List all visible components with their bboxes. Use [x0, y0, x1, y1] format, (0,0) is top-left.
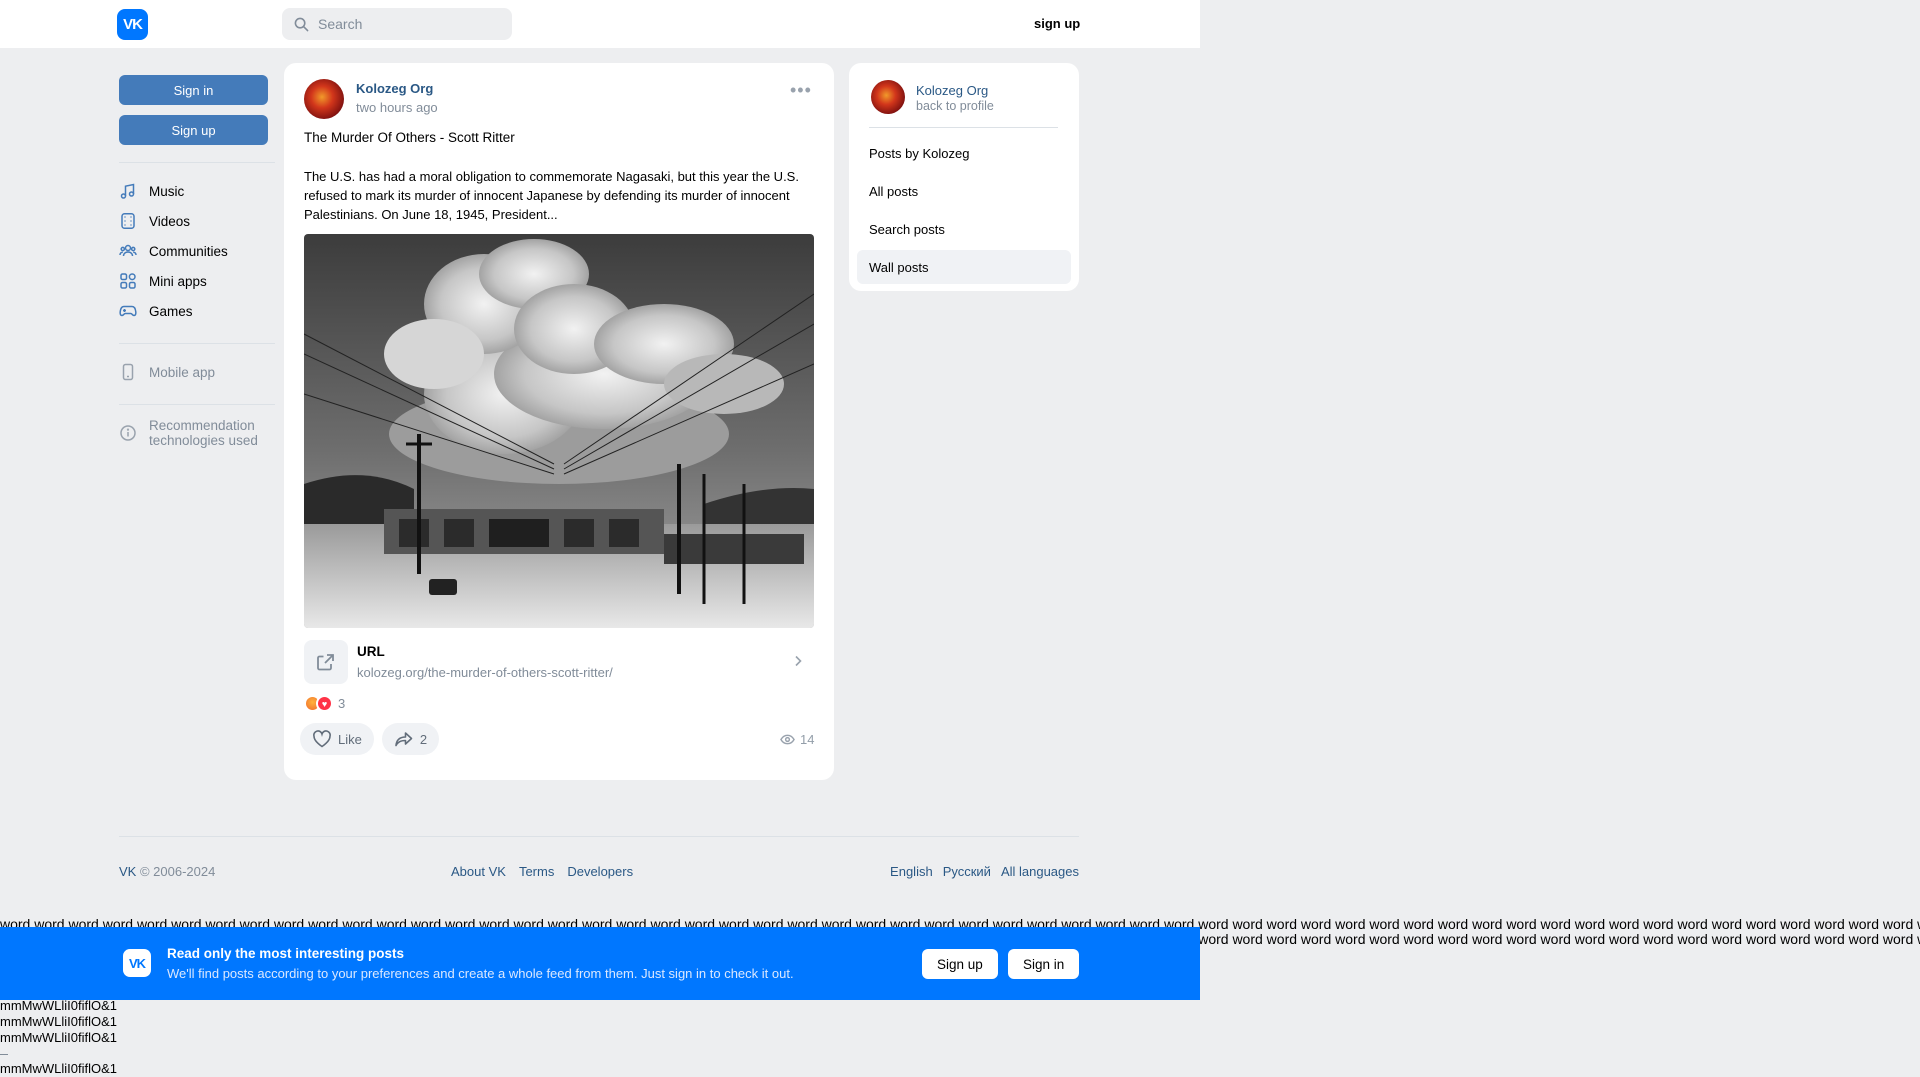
communities-icon — [119, 244, 137, 257]
nav-divider — [119, 404, 275, 405]
share-button[interactable]: 2 — [381, 723, 440, 755]
sidebar-item-mini-apps[interactable]: Mini apps — [119, 266, 275, 296]
eye-icon — [780, 734, 795, 745]
header-signup-link[interactable]: sign up — [1034, 16, 1080, 31]
sidebar-item-games[interactable]: Games — [119, 296, 275, 326]
share-count: 2 — [419, 731, 428, 747]
post-actions: Like 2 — [300, 723, 440, 755]
sidebar-item-music[interactable]: Music — [119, 176, 275, 206]
nav-divider — [119, 162, 275, 163]
link-attachment[interactable]: URL kolozeg.org/the-murder-of-others-sco… — [304, 639, 814, 685]
profile-menu-panel: Kolozeg Org back to profile Posts by Kol… — [849, 63, 1079, 291]
signin-promo-banner: VK Read only the most interesting posts … — [0, 927, 1200, 1000]
footer-links: About VK Terms Developers — [451, 864, 633, 879]
link-icon-box — [304, 640, 348, 684]
search-icon — [294, 17, 309, 31]
external-link-icon — [317, 654, 334, 671]
test-string-3: mmMwWLliI0fiflO&1 — [0, 1030, 118, 1045]
mini-apps-icon — [120, 273, 136, 289]
vk-logo[interactable]: VK — [117, 9, 148, 40]
banner-signup-button[interactable]: Sign up — [922, 949, 998, 979]
back-to-profile-link[interactable]: back to profile — [916, 99, 994, 113]
reactions-count: 3 — [338, 696, 346, 711]
sidebar-item-label: Communities — [149, 243, 228, 259]
test-string-1: mmMwWLliI0fiflO&1 — [0, 998, 118, 1013]
signin-button[interactable]: Sign in — [119, 75, 268, 105]
post-timestamp[interactable]: two hours ago — [356, 100, 438, 115]
sidebar-item-communities[interactable]: Communities — [119, 236, 275, 266]
sidebar-item-label: Recommendation technologies used — [149, 418, 258, 448]
post-author-name[interactable]: Kolozeg Org — [356, 81, 433, 96]
wall-filter-menu: Posts by Kolozeg All posts Search posts … — [857, 136, 1071, 288]
rec-tech-line-1: Recommendation — [149, 418, 255, 433]
share-icon — [395, 732, 413, 747]
sidebar-item-recommendation-tech[interactable]: Recommendation technologies used — [119, 418, 275, 448]
sidebar-item-videos[interactable]: Videos — [119, 206, 275, 236]
banner-vk-logo: VK — [123, 949, 151, 977]
banner-signin-button[interactable]: Sign in — [1008, 949, 1080, 979]
views-counter: 14 — [780, 732, 814, 747]
post-photo[interactable] — [304, 234, 814, 628]
all-languages-link[interactable]: All languages — [1001, 864, 1079, 879]
footer-terms-link[interactable]: Terms — [519, 864, 554, 879]
heart-reaction-icon: ♥ — [316, 695, 333, 712]
nav-divider — [119, 343, 275, 344]
menu-item-wall-posts[interactable]: Wall posts — [857, 250, 1071, 284]
post-text: The U.S. has had a moral obligation to c… — [304, 169, 799, 222]
post-card: Kolozeg Org two hours ago ••• The Murder… — [284, 63, 834, 780]
views-count: 14 — [800, 732, 815, 747]
banner-title: Read only the most interesting posts — [167, 946, 405, 961]
small-divider — [0, 1054, 8, 1055]
left-sidebar: Sign in Sign up Music Videos Communities… — [119, 75, 275, 448]
top-header: VK sign up — [0, 0, 1200, 48]
footer-divider — [119, 836, 1079, 837]
test-string-2: mmMwWLliI0fiflO&1 — [0, 1014, 118, 1029]
games-icon — [119, 305, 137, 317]
link-title: URL — [357, 644, 385, 659]
lang-russian-link[interactable]: Русский — [943, 864, 991, 879]
banner-subtitle: We'll find posts according to your prefe… — [167, 966, 794, 981]
heart-icon — [313, 730, 331, 748]
sidebar-item-label: Mobile app — [149, 364, 216, 380]
menu-item-posts-by-owner[interactable]: Posts by Kolozeg — [857, 136, 1071, 170]
sidebar-item-label: Videos — [149, 213, 191, 229]
menu-item-all-posts[interactable]: All posts — [857, 174, 1071, 208]
footer-vk-link[interactable]: VK — [119, 864, 136, 879]
mobile-phone-icon — [122, 363, 134, 381]
test-string-4: mmMwWLliI0fiflO&1 — [0, 1061, 118, 1076]
sidebar-item-mobile-app[interactable]: Mobile app — [119, 357, 275, 387]
footer-copyright: VK © 2006-2024 — [119, 864, 215, 879]
copyright-text: © 2006-2024 — [136, 864, 216, 879]
post-title: The Murder Of Others - Scott Ritter — [304, 130, 515, 145]
profile-avatar[interactable] — [871, 80, 905, 114]
music-icon — [120, 183, 135, 199]
lang-english-link[interactable]: English — [890, 864, 933, 879]
author-avatar[interactable] — [304, 79, 344, 119]
panel-divider — [869, 127, 1058, 128]
sidebar-item-label: Music — [149, 183, 185, 199]
menu-item-search-posts[interactable]: Search posts — [857, 212, 1071, 246]
search-box[interactable] — [282, 8, 512, 40]
reactions-summary[interactable]: ♥ 3 — [304, 695, 345, 712]
sidebar-item-label: Games — [149, 303, 193, 319]
profile-name-link[interactable]: Kolozeg Org — [916, 83, 988, 98]
footer-developers-link[interactable]: Developers — [567, 864, 633, 879]
footer-about-link[interactable]: About VK — [451, 864, 506, 879]
rec-tech-line-2: technologies used — [149, 433, 258, 448]
mushroom-cloud-photo — [304, 234, 814, 628]
signup-button[interactable]: Sign up — [119, 115, 268, 145]
sidebar-item-label: Mini apps — [149, 273, 207, 289]
like-button[interactable]: Like — [300, 723, 374, 755]
link-url: kolozeg.org/the-murder-of-others-scott-r… — [357, 665, 613, 680]
like-label: Like — [338, 731, 362, 747]
more-options-icon[interactable]: ••• — [790, 81, 814, 101]
chevron-right-icon — [795, 655, 802, 667]
info-icon — [120, 425, 136, 441]
videos-icon — [121, 213, 135, 229]
footer-languages: English Русский All languages — [890, 864, 1079, 879]
search-input[interactable] — [318, 16, 498, 32]
link-texts: URL kolozeg.org/the-murder-of-others-sco… — [357, 644, 613, 680]
